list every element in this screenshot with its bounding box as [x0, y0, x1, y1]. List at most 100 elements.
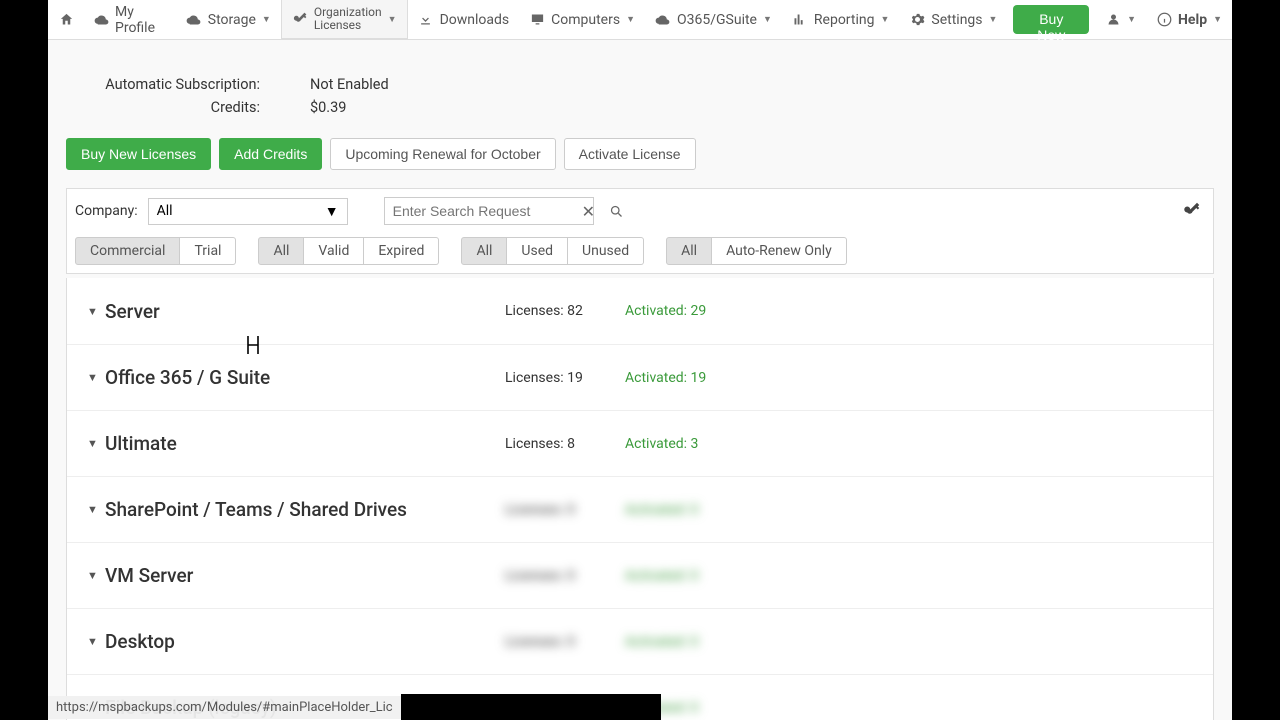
upcoming-renewal-button[interactable]: Upcoming Renewal for October	[330, 138, 555, 170]
nav-storage-label: Storage	[208, 12, 256, 28]
filter-autorenew: All Auto-Renew Only	[666, 237, 847, 265]
auto-subscription-value: Not Enabled	[310, 76, 389, 93]
chip-all-autorenew[interactable]: All	[666, 237, 712, 265]
buy-new-licenses-button[interactable]: Buy New Licenses	[66, 138, 211, 170]
license-row[interactable]: ▼ Desktop Licenses: 0 Activated: 0	[67, 608, 1213, 674]
license-count: Licenses: 19	[505, 370, 625, 386]
company-select[interactable]: All ▼	[148, 198, 348, 225]
expand-icon[interactable]: ▼	[87, 569, 105, 582]
license-activated: Activated: 19	[625, 370, 706, 386]
license-activated: Activated: 0	[625, 568, 698, 584]
expand-icon[interactable]: ▼	[87, 503, 105, 516]
nav-help[interactable]: Help ▼	[1146, 0, 1232, 39]
license-name: VM Server	[105, 564, 505, 587]
chip-autorenew-only[interactable]: Auto-Renew Only	[712, 237, 847, 265]
company-label: Company:	[75, 203, 138, 219]
license-count: Licenses: 0	[505, 568, 625, 584]
chip-expired[interactable]: Expired	[364, 237, 439, 265]
status-bar: https://mspbackups.com/Modules/#mainPlac…	[48, 694, 1232, 720]
cloud-icon	[186, 12, 202, 28]
license-row[interactable]: ▼ SharePoint / Teams / Shared Drives Lic…	[67, 476, 1213, 542]
chip-valid[interactable]: Valid	[304, 237, 364, 265]
keys-icon[interactable]	[1177, 198, 1205, 224]
filter-validity: All Valid Expired	[258, 237, 439, 265]
license-name: Office 365 / G Suite	[105, 366, 505, 389]
chart-icon	[792, 12, 808, 28]
auto-subscription-label: Automatic Subscription:	[48, 76, 310, 93]
license-row[interactable]: ▼ Server Licenses: 82 Activated: 29	[67, 278, 1213, 344]
info-icon	[1156, 12, 1172, 28]
license-row[interactable]: ▼ Office 365 / G Suite Licenses: 19 Acti…	[67, 344, 1213, 410]
expand-icon[interactable]: ▼	[87, 437, 105, 450]
license-count: Licenses: 82	[505, 303, 625, 319]
nav-org-licenses-label: Organization Licenses	[314, 6, 382, 32]
cloud-icon	[655, 12, 671, 28]
chevron-down-icon: ▼	[880, 14, 889, 25]
chevron-down-icon: ▼	[989, 14, 998, 25]
home-icon	[58, 12, 74, 28]
chip-unused[interactable]: Unused	[568, 237, 644, 265]
chip-trial[interactable]: Trial	[180, 237, 236, 265]
license-count: Licenses: 8	[505, 436, 625, 452]
nav-my-profile[interactable]: My Profile	[84, 0, 176, 39]
license-row[interactable]: ▼ VM Server Licenses: 0 Activated: 0	[67, 542, 1213, 608]
top-nav: My Profile Storage ▼ Organization Licens…	[48, 0, 1232, 40]
key-icon	[292, 11, 308, 27]
monitor-icon	[529, 12, 545, 28]
license-count: Licenses: 0	[505, 634, 625, 650]
status-black-box	[401, 694, 661, 720]
main-content: Automatic Subscription: Not Enabled Cred…	[48, 40, 1232, 720]
license-name: SharePoint / Teams / Shared Drives	[105, 498, 505, 521]
user-icon	[1105, 12, 1121, 28]
download-icon	[418, 12, 434, 28]
subscription-info: Automatic Subscription: Not Enabled Cred…	[48, 76, 1232, 116]
nav-help-label: Help	[1178, 12, 1207, 28]
search-box: ✕	[384, 197, 594, 225]
gear-icon	[909, 12, 925, 28]
activate-license-button[interactable]: Activate License	[564, 138, 696, 170]
chevron-down-icon: ▼	[1213, 14, 1222, 25]
chevron-down-icon: ▼	[763, 14, 772, 25]
nav-computers-label: Computers	[551, 12, 620, 28]
chip-all-usage[interactable]: All	[461, 237, 507, 265]
nav-o365[interactable]: O365/GSuite ▼	[645, 0, 782, 39]
clear-search-icon[interactable]: ✕	[582, 198, 595, 224]
expand-icon[interactable]: ▼	[87, 635, 105, 648]
search-button[interactable]	[604, 198, 630, 224]
nav-o365-label: O365/GSuite	[677, 12, 757, 28]
nav-settings[interactable]: Settings ▼	[899, 0, 1007, 39]
license-name: Server	[105, 300, 505, 323]
nav-my-profile-label: My Profile	[115, 4, 166, 36]
chevron-down-icon: ▼	[262, 14, 271, 25]
nav-reporting[interactable]: Reporting ▼	[782, 0, 899, 39]
license-activated: Activated: 0	[625, 634, 698, 650]
license-activated: Activated: 29	[625, 303, 706, 319]
credits-label: Credits:	[48, 99, 310, 116]
expand-icon[interactable]: ▼	[87, 371, 105, 384]
nav-organization-licenses[interactable]: Organization Licenses ▼	[281, 0, 408, 39]
chip-all-validity[interactable]: All	[258, 237, 304, 265]
chevron-down-icon: ▼	[626, 14, 635, 25]
chevron-down-icon: ▼	[325, 203, 339, 220]
expand-icon[interactable]: ▼	[87, 305, 105, 318]
chip-commercial[interactable]: Commercial	[75, 237, 180, 265]
nav-computers[interactable]: Computers ▼	[519, 0, 645, 39]
filter-usage: All Used Unused	[461, 237, 644, 265]
nav-settings-label: Settings	[931, 12, 982, 28]
chip-used[interactable]: Used	[507, 237, 568, 265]
buy-new-button[interactable]: Buy New	[1013, 5, 1089, 34]
add-credits-button[interactable]: Add Credits	[219, 138, 322, 170]
nav-home[interactable]	[48, 0, 84, 39]
license-name: Desktop	[105, 630, 505, 653]
nav-downloads[interactable]: Downloads	[408, 0, 520, 39]
nav-user-menu[interactable]: ▼	[1095, 0, 1146, 39]
chevron-down-icon: ▼	[388, 14, 397, 25]
filter-license-type: Commercial Trial	[75, 237, 236, 265]
license-list: ▼ Server Licenses: 82 Activated: 29 ▼ Of…	[66, 278, 1214, 720]
nav-storage[interactable]: Storage ▼	[176, 0, 281, 39]
action-buttons: Buy New Licenses Add Credits Upcoming Re…	[48, 138, 1232, 188]
license-name: Ultimate	[105, 432, 505, 455]
search-input[interactable]	[385, 198, 582, 224]
license-activated: Activated: 0	[625, 502, 698, 518]
license-row[interactable]: ▼ Ultimate Licenses: 8 Activated: 3	[67, 410, 1213, 476]
